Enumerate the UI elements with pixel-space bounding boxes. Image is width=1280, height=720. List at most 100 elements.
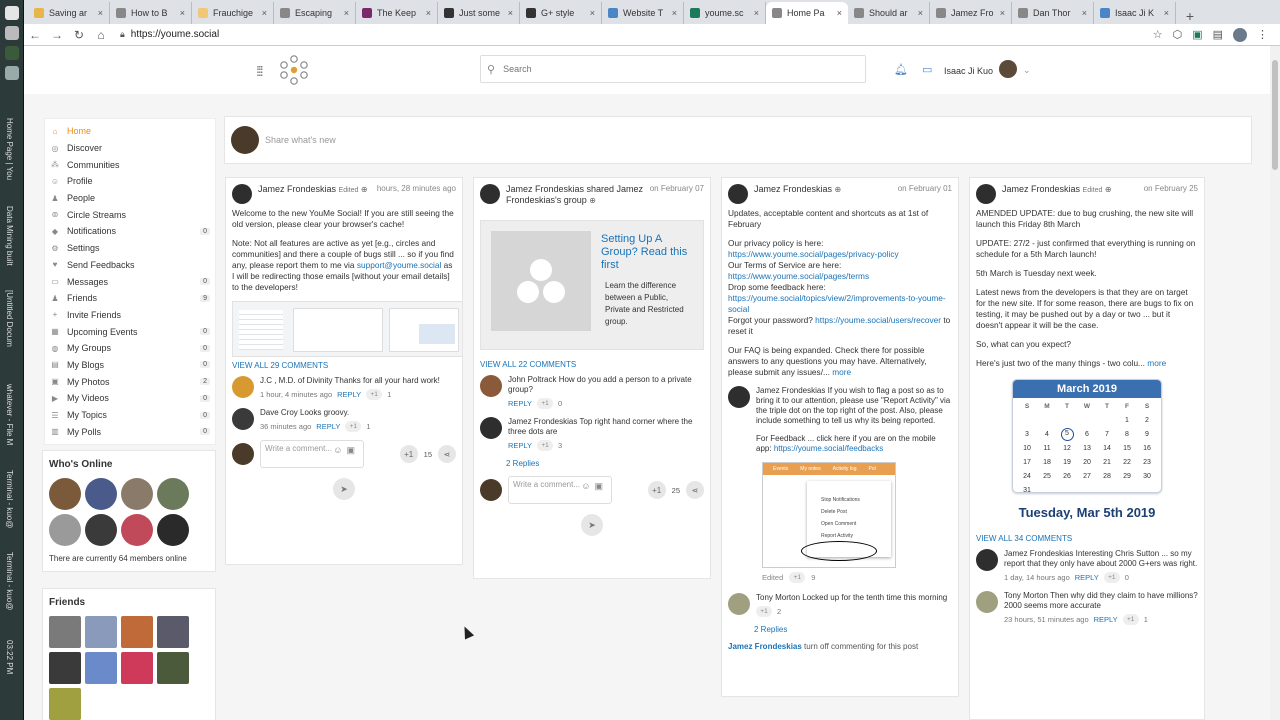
sidebar-item[interactable]: ◆ Notifications 0: [45, 223, 215, 240]
tab-title[interactable]: Home Pa: [787, 8, 834, 18]
sidebar-item-label[interactable]: Notifications: [67, 226, 116, 236]
comment-author[interactable]: Jamez Frondeskias: [508, 417, 577, 426]
browser-tab[interactable]: G+ style ×: [520, 2, 602, 24]
browser-tab[interactable]: Jamez Fro ×: [930, 2, 1012, 24]
post-author-avatar[interactable]: [480, 184, 500, 204]
comment-avatar[interactable]: [232, 376, 254, 398]
reply-link[interactable]: REPLY: [337, 390, 361, 400]
tab-title[interactable]: Should ar: [869, 8, 915, 18]
sidebar-item-label[interactable]: Upcoming Events: [67, 327, 138, 337]
url-bar[interactable]: 🔒︎ https://youme.social: [120, 29, 1120, 40]
replies-link[interactable]: 2 Replies: [506, 459, 704, 468]
replies-link[interactable]: 2 Replies: [754, 625, 952, 634]
site-logo[interactable]: [278, 54, 310, 86]
reply-link[interactable]: REPLY: [316, 422, 340, 432]
online-member-avatar[interactable]: [157, 478, 189, 510]
comment-author[interactable]: Dave Croy: [260, 408, 298, 417]
browser-tab[interactable]: Isaac Ji K ×: [1094, 2, 1176, 24]
comment-avatar[interactable]: [976, 591, 998, 613]
sidebar-item[interactable]: ▭ Messages 0: [45, 273, 215, 290]
tab-title[interactable]: Saving ar: [49, 8, 95, 18]
post-author-avatar[interactable]: [232, 184, 252, 204]
browser-tab[interactable]: Website T ×: [602, 2, 684, 24]
post-author-avatar[interactable]: [728, 184, 748, 204]
recover-password-link[interactable]: https://youme.social/users/recover: [815, 315, 941, 325]
extension-icon[interactable]: ▣: [1192, 28, 1202, 41]
sidebar-item[interactable]: ♟ Friends 9: [45, 290, 215, 307]
friend-avatar[interactable]: [157, 652, 189, 684]
browser-tab[interactable]: Home Pa ×: [766, 2, 848, 24]
online-member-avatar[interactable]: [49, 514, 81, 546]
view-all-comments-link[interactable]: VIEW ALL 34 COMMENTS: [976, 534, 1198, 543]
view-all-comments-link[interactable]: VIEW ALL 22 COMMENTS: [480, 360, 704, 369]
comment-author[interactable]: Tony Morton: [1004, 591, 1048, 600]
header-user-name[interactable]: Isaac Ji Kuo: [944, 66, 993, 76]
plus-one-button[interactable]: +1: [756, 606, 772, 617]
privacy-policy-link[interactable]: https://www.youme.social/pages/privacy-p…: [728, 249, 899, 259]
sidebar-item-label[interactable]: Send Feedbacks: [67, 260, 135, 270]
sidebar-item-label[interactable]: My Blogs: [67, 360, 104, 370]
terms-link[interactable]: https://www.youme.social/pages/terms: [728, 271, 869, 281]
report-activity-screenshot[interactable]: Events My notes Activity log Pol Stop Notif…: [762, 462, 896, 568]
calendar-image[interactable]: March 2019 S M T W T F S 1 2 3 4 5 6 7 8 9 10 11 12 13 14 15 1…: [1012, 379, 1162, 493]
dock-task-label[interactable]: whatever - File M: [5, 384, 14, 445]
post-screenshot-image[interactable]: [232, 301, 462, 357]
dock-task-label[interactable]: Terminal - kuo@: [5, 470, 14, 528]
online-member-avatar[interactable]: [121, 514, 153, 546]
sidebar-item[interactable]: + Invite Friends: [45, 307, 215, 324]
comment-author[interactable]: Jamez Frondeskias: [1004, 549, 1073, 558]
app-launcher-icon[interactable]: [4, 6, 19, 20]
comment-author[interactable]: Tony Morton: [756, 593, 800, 602]
close-icon[interactable]: ×: [262, 8, 267, 18]
shared-group-card[interactable]: Setting Up A Group? Read this first Lear…: [480, 220, 704, 350]
close-icon[interactable]: ×: [1082, 8, 1087, 18]
send-comment-icon[interactable]: ➤: [581, 514, 603, 536]
tab-title[interactable]: G+ style: [541, 8, 587, 18]
sidebar-item[interactable]: ⚙ Settings: [45, 240, 215, 257]
support-email-link[interactable]: support@youme.social: [357, 260, 442, 270]
reload-icon[interactable]: ↻: [68, 28, 90, 42]
close-icon[interactable]: ×: [1164, 8, 1169, 18]
close-icon[interactable]: ×: [180, 8, 185, 18]
plus-one-button[interactable]: +1: [1122, 614, 1139, 625]
sidebar-item[interactable]: ⁂ Communities: [45, 156, 215, 173]
dock-task-label[interactable]: Data Mining built: [5, 206, 14, 266]
sidebar-item-label[interactable]: Friends: [67, 293, 97, 303]
comment-avatar[interactable]: [232, 408, 254, 430]
browser-tab[interactable]: Frauchige ×: [192, 2, 274, 24]
friend-avatar[interactable]: [85, 616, 117, 648]
comment-author[interactable]: Jamez Frondeskias: [756, 386, 825, 395]
browser-tab[interactable]: Just some ×: [438, 2, 520, 24]
reply-link[interactable]: REPLY: [1075, 573, 1099, 583]
new-tab-icon[interactable]: +: [1180, 8, 1200, 24]
comment-author[interactable]: John Poltrack: [508, 375, 556, 384]
send-comment-icon[interactable]: ➤: [333, 478, 355, 500]
back-icon[interactable]: ←: [24, 28, 46, 42]
plus-one-button[interactable]: +1: [537, 398, 554, 409]
close-icon[interactable]: ×: [344, 8, 349, 18]
comment-author[interactable]: J.C , M.D. of Divinity: [260, 376, 332, 385]
dock-task-label[interactable]: Terminal - kuo@: [5, 552, 14, 610]
sidebar-item[interactable]: ▶ My Videos 0: [45, 390, 215, 407]
plus-one-button[interactable]: +1: [647, 481, 666, 499]
url-text[interactable]: https://youme.social: [131, 29, 219, 40]
tab-title[interactable]: The Keep: [377, 8, 423, 18]
sidebar-item-label[interactable]: Circle Streams: [67, 210, 126, 220]
more-link[interactable]: more: [832, 367, 851, 377]
browser-tab[interactable]: youme.sc ×: [684, 2, 766, 24]
tab-title[interactable]: How to B: [131, 8, 177, 18]
comment-avatar[interactable]: [728, 386, 750, 408]
plus-one-button[interactable]: +1: [537, 440, 554, 451]
share-box[interactable]: Share what's new: [224, 116, 1252, 164]
friend-avatar[interactable]: [49, 616, 81, 648]
plus-one-button[interactable]: +1: [789, 572, 806, 583]
friend-avatar[interactable]: [121, 616, 153, 648]
reply-link[interactable]: REPLY: [1094, 615, 1118, 625]
closed-note-author[interactable]: Jamez Frondeskias: [728, 642, 802, 651]
sidebar-item[interactable]: ◍ My Groups 0: [45, 340, 215, 357]
sidebar-item-label[interactable]: My Videos: [67, 393, 109, 403]
post-author-avatar[interactable]: [976, 184, 996, 204]
sidebar-item-label[interactable]: My Polls: [67, 427, 101, 437]
browser-tab[interactable]: Saving ar ×: [28, 2, 110, 24]
tab-title[interactable]: Isaac Ji K: [1115, 8, 1161, 18]
